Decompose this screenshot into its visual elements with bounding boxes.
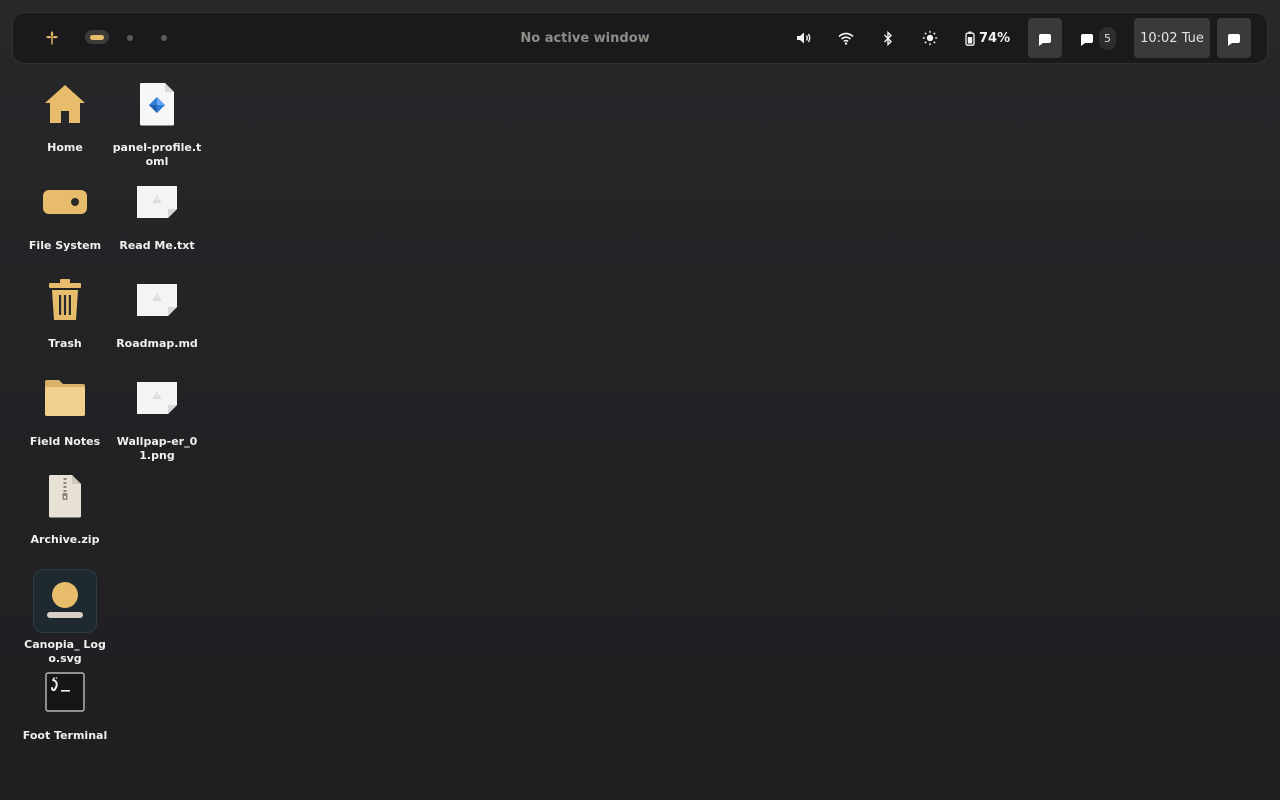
desktop-icon-foot-terminal[interactable]: Foot Terminal: [20, 660, 110, 743]
desktop-icon-label: Home: [47, 141, 83, 154]
battery-icon: [965, 31, 975, 46]
trash-icon: [33, 268, 97, 332]
battery-percent: 74%: [979, 30, 1011, 46]
active-window-title: No active window: [520, 30, 650, 46]
desktop-icon-home[interactable]: Home: [20, 72, 110, 155]
desktop-icon-wallpaper[interactable]: Wallpap-er_01.png: [112, 366, 202, 463]
desktop-icon-label: Foot Terminal: [22, 729, 108, 742]
zip-file-icon: [33, 464, 97, 528]
desktop-icon-label: File System: [28, 239, 102, 252]
notification-bubble-icon: [1081, 33, 1093, 46]
workspace-2[interactable]: [127, 35, 133, 41]
battery-indicator[interactable]: 74%: [965, 26, 1025, 50]
desktop-icon-label: Field Notes: [29, 435, 101, 448]
canopia-leaf-icon[interactable]: [41, 27, 63, 49]
workspace-3[interactable]: [161, 35, 167, 41]
notifications-button[interactable]: 5: [1075, 22, 1123, 54]
bluetooth-icon[interactable]: [877, 27, 899, 49]
terminal-icon: [33, 660, 97, 724]
clock[interactable]: 10:02 Tue: [1134, 18, 1210, 58]
brightness-icon[interactable]: [919, 27, 941, 49]
desktop-icon-read-me[interactable]: Read Me.txt: [112, 170, 202, 253]
wifi-icon[interactable]: [835, 27, 857, 49]
home-folder-icon: [33, 72, 97, 136]
workspace-1-active[interactable]: [85, 30, 109, 44]
desktop-icon-label: Read Me.txt: [119, 239, 195, 252]
desktop-icon-archive[interactable]: Archive.zip: [20, 464, 110, 547]
desktop-icon-trash[interactable]: Trash: [20, 268, 110, 351]
desktop-icon-file-system[interactable]: File System: [20, 170, 110, 253]
markdown-file-icon: [125, 268, 189, 332]
desktop-icon-label: Archive.zip: [30, 533, 100, 546]
toml-file-icon: [125, 72, 189, 136]
desktop-icon-label: Wallpap-er_01.png: [116, 435, 198, 462]
desktop-icon-label: Trash: [48, 337, 82, 350]
desktop-icon-label: panel-profile.toml: [112, 141, 202, 168]
desktop-icon-panel-profile[interactable]: panel-profile.toml: [112, 72, 202, 169]
top-panel: No active window 74% 5 10:02 Tue: [12, 12, 1268, 64]
chat-bubble-icon: [1228, 33, 1240, 46]
drive-icon: [33, 170, 97, 234]
quick-settings-button[interactable]: [1028, 18, 1062, 58]
svg-file-icon: [33, 569, 97, 633]
desktop-icon-canopia-logo[interactable]: Canopia_ Logo.svg: [20, 569, 110, 666]
image-file-icon: [125, 366, 189, 430]
notification-count-badge: 5: [1099, 26, 1116, 50]
desktop-icon-roadmap[interactable]: Roadmap.md: [112, 268, 202, 351]
chat-bubble-icon: [1039, 33, 1051, 46]
desktop-icon-field-notes[interactable]: Field Notes: [20, 366, 110, 449]
desktop-icon-label: Roadmap.md: [116, 337, 198, 350]
session-menu-button[interactable]: [1217, 18, 1251, 58]
volume-icon[interactable]: [793, 27, 815, 49]
text-file-icon: [125, 170, 189, 234]
folder-icon: [33, 366, 97, 430]
